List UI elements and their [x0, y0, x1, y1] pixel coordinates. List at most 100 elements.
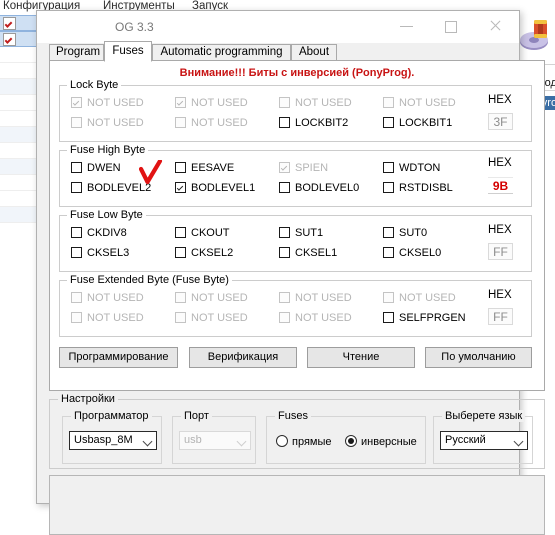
bit-bodlevel2[interactable]: BODLEVEL2: [71, 182, 151, 194]
bit-ckdiv8[interactable]: CKDIV8: [71, 227, 127, 239]
group-fuse-low-byte: Fuse Low Byte CKDIV8 CKOUT SUT1 SUT0 CKS…: [59, 209, 532, 272]
programmer-group: Программатор Usbasp_8M: [62, 410, 162, 464]
checkbox[interactable]: [175, 182, 186, 193]
inversion-warning: Внимание!!! Биты с инверсией (PonyProg).: [179, 67, 415, 79]
verify-button[interactable]: Верификация: [189, 347, 297, 368]
list-item[interactable]: [0, 159, 36, 175]
bit-selfprgen[interactable]: SELFPRGEN: [383, 312, 466, 324]
checkbox[interactable]: [71, 182, 82, 193]
port-select[interactable]: usb: [179, 431, 251, 450]
checkbox[interactable]: [279, 247, 290, 258]
bit-lock-not-used-6: NOT USED: [175, 97, 248, 109]
port-label: Порт: [181, 410, 212, 422]
checkbox: [71, 312, 82, 323]
set-defaults-button[interactable]: По умолчанию: [425, 347, 532, 368]
programmer-label: Программатор: [71, 410, 152, 422]
list-item[interactable]: [0, 31, 36, 47]
read-button[interactable]: Чтение: [307, 347, 415, 368]
hex-value-low[interactable]: FF: [488, 243, 513, 260]
programmer-value: Usbasp_8M: [74, 434, 133, 446]
program-button[interactable]: Программирование: [59, 347, 178, 368]
programmer-select[interactable]: Usbasp_8M: [69, 431, 157, 450]
language-label: Выберете язык: [442, 410, 526, 422]
bit-cksel0[interactable]: CKSEL0: [383, 247, 441, 259]
bit-bodlevel1[interactable]: BODLEVEL1: [175, 182, 255, 194]
hex-label-high: HEX: [488, 157, 512, 169]
language-select[interactable]: Русский: [440, 431, 528, 450]
checkbox[interactable]: [175, 227, 186, 238]
checkbox[interactable]: [71, 247, 82, 258]
list-item[interactable]: [0, 175, 36, 191]
checkbox[interactable]: [383, 117, 394, 128]
list-item[interactable]: [0, 207, 36, 223]
bit-eesave[interactable]: EESAVE: [175, 162, 234, 174]
bit-cksel1[interactable]: CKSEL1: [279, 247, 337, 259]
tab-fuses[interactable]: Fuses: [104, 41, 152, 62]
list-item[interactable]: [0, 191, 36, 207]
tab-automatic-programming[interactable]: Automatic programming: [152, 44, 291, 61]
language-group: Выберете язык Русский: [433, 410, 533, 464]
fuses-mode-label: Fuses: [275, 410, 311, 422]
list-item[interactable]: [0, 47, 36, 63]
tab-program[interactable]: Program: [49, 44, 104, 61]
hex-value-lock[interactable]: 3F: [488, 113, 513, 130]
bit-ckout[interactable]: CKOUT: [175, 227, 230, 239]
bit-ext-not-used-6: NOT USED: [175, 292, 248, 304]
checkbox[interactable]: [175, 247, 186, 258]
bit-sut1[interactable]: SUT1: [279, 227, 323, 239]
list-item[interactable]: [0, 79, 36, 95]
list-item[interactable]: [0, 95, 36, 111]
checkbox: [175, 97, 186, 108]
checkbox: [279, 97, 290, 108]
list-item[interactable]: [0, 143, 36, 159]
group-title: Fuse High Byte: [67, 144, 149, 156]
tab-about[interactable]: About: [291, 44, 337, 61]
group-fuse-high-byte: Fuse High Byte DWEN EESAVE SPIEN WDTON B…: [59, 144, 532, 207]
checkbox[interactable]: [383, 312, 394, 323]
checkbox[interactable]: [383, 162, 394, 173]
checkbox[interactable]: [383, 247, 394, 258]
checkbox: [175, 292, 186, 303]
group-title: Fuse Extended Byte (Fuse Byte): [67, 274, 232, 286]
checkbox: [279, 312, 290, 323]
background-device-list[interactable]: [0, 15, 37, 504]
hex-label-lock: HEX: [488, 94, 512, 106]
bit-cksel2[interactable]: CKSEL2: [175, 247, 233, 259]
bit-cksel3[interactable]: CKSEL3: [71, 247, 129, 259]
red-check-icon: [3, 33, 16, 46]
checkbox[interactable]: [383, 182, 394, 193]
tab-strip: Program Fuses Automatic programming Abou…: [49, 41, 545, 62]
red-check-icon: [3, 17, 16, 30]
checkbox[interactable]: [71, 162, 82, 173]
bit-lockbit2[interactable]: LOCKBIT2: [279, 117, 348, 129]
bit-dwen[interactable]: DWEN: [71, 162, 121, 174]
bit-lockbit1[interactable]: LOCKBIT1: [383, 117, 452, 129]
radio-circle[interactable]: [276, 435, 288, 447]
list-item[interactable]: [0, 127, 36, 143]
bit-bodlevel0[interactable]: BODLEVEL0: [279, 182, 359, 194]
checkbox[interactable]: [71, 227, 82, 238]
bit-ext-not-used-4: NOT USED: [383, 292, 456, 304]
checkbox: [175, 312, 186, 323]
bit-wdton[interactable]: WDTON: [383, 162, 440, 174]
checkbox[interactable]: [279, 227, 290, 238]
hex-value-ext[interactable]: FF: [488, 308, 513, 325]
checkbox[interactable]: [383, 227, 394, 238]
radio-direct[interactable]: прямые: [276, 435, 332, 448]
checkbox: [383, 292, 394, 303]
radio-inverted[interactable]: инверсные: [345, 435, 417, 448]
checkbox[interactable]: [279, 117, 290, 128]
checkbox[interactable]: [279, 182, 290, 193]
bit-ext-not-used-5: NOT USED: [279, 292, 352, 304]
group-fuse-extended-byte: Fuse Extended Byte (Fuse Byte) NOT USED …: [59, 274, 532, 337]
port-group: Порт usb: [172, 410, 256, 464]
list-item[interactable]: [0, 63, 36, 79]
list-item[interactable]: [0, 15, 36, 31]
group-lock-byte: Lock Byte NOT USED NOT USED NOT USED NOT…: [59, 79, 532, 142]
hex-value-high[interactable]: 9B: [488, 177, 513, 194]
bit-sut0[interactable]: SUT0: [383, 227, 427, 239]
radio-circle[interactable]: [345, 435, 357, 447]
checkbox[interactable]: [175, 162, 186, 173]
bit-rstdisbl[interactable]: RSTDISBL: [383, 182, 453, 194]
list-item[interactable]: [0, 111, 36, 127]
